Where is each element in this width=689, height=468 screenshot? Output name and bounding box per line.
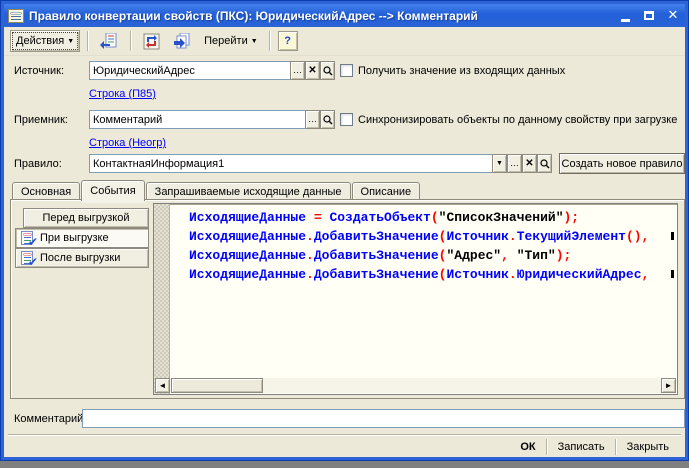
target-open-button[interactable] — [320, 110, 335, 129]
event-code-icon: ✔ — [21, 251, 36, 266]
chevron-down-icon: ▼ — [496, 160, 503, 167]
screen: Правило конвертации свойств (ПКС): Юриди… — [0, 0, 689, 468]
get-value-checkbox-label: Получить значение из входящих данных — [358, 65, 565, 77]
goto-pages-icon — [172, 33, 192, 50]
source-open-button[interactable] — [320, 61, 335, 80]
event-button-1[interactable]: ✔ При выгрузке — [15, 228, 149, 248]
title-bar: Правило конвертации свойств (ПКС): Юриди… — [4, 4, 685, 27]
source-choose-button[interactable]: … — [290, 61, 305, 80]
toolbar-separator — [269, 31, 271, 51]
create-rule-button[interactable]: Создать новое правило — [559, 153, 685, 174]
tab-0[interactable]: Основная — [12, 182, 80, 200]
tab-2[interactable]: Запрашиваемые исходящие данные — [146, 182, 351, 200]
footer-button-bar: ОКЗаписатьЗакрыть — [510, 438, 679, 456]
refresh-button[interactable] — [139, 30, 164, 52]
event-button-2[interactable]: ✔ После выгрузки — [15, 248, 149, 268]
magnifier-icon — [323, 115, 333, 125]
line-continuation-mark — [671, 232, 674, 240]
tab-strip: ОсновнаяСобытияЗапрашиваемые исходящие д… — [12, 179, 421, 199]
dialog-body: Действия ▼ — [4, 27, 685, 457]
get-value-checkbox[interactable] — [340, 64, 353, 77]
footer-button-закрыть[interactable]: Закрыть — [617, 441, 679, 453]
rule-open-button[interactable] — [537, 154, 552, 173]
event-button-0[interactable]: Перед выгрузкой — [23, 208, 149, 228]
rule-input[interactable] — [89, 154, 493, 173]
toolbar-separator — [130, 31, 132, 51]
scroll-left-button[interactable]: ◄ — [155, 378, 170, 393]
help-button[interactable]: ? — [278, 31, 298, 51]
event-code-icon: ✔ — [21, 231, 36, 246]
comment-label: Комментарий: — [14, 413, 86, 425]
rule-dropdown-button[interactable]: ▼ — [492, 154, 507, 173]
toolbar-separator — [87, 31, 89, 51]
target-choose-button[interactable]: … — [305, 110, 320, 129]
source-clear-button[interactable]: ✕ — [305, 61, 320, 80]
target-type-link[interactable]: Строка (Неогр) — [89, 137, 166, 149]
source-input[interactable] — [89, 61, 291, 80]
goto-menu-button[interactable]: Перейти ▼ — [200, 30, 262, 52]
minimize-button[interactable] — [617, 8, 633, 24]
rule-label: Правило: — [14, 158, 62, 170]
actions-menu-button[interactable]: Действия ▼ — [10, 30, 80, 52]
code-text: ИсходящиеДанные = СоздатьОбъект("СписокЗ… — [171, 208, 675, 376]
line-continuation-mark — [671, 270, 674, 278]
target-label: Приемник: — [14, 114, 68, 126]
window-title: Правило конвертации свойств (ПКС): Юриди… — [29, 9, 612, 23]
scrollbar-thumb[interactable] — [171, 378, 263, 393]
footer-button-записать[interactable]: Записать — [548, 441, 615, 453]
comment-input[interactable] — [82, 409, 685, 428]
source-label: Источник: — [14, 65, 64, 77]
chevron-down-icon: ▼ — [67, 38, 74, 45]
maximize-icon — [644, 11, 654, 20]
code-line-3: ИсходящиеДанные.ДобавитьЗначение(Источни… — [171, 265, 675, 284]
goto-menu-label: Перейти — [204, 35, 248, 47]
tab-page-events: Перед выгрузкой ✔ При выгрузке ✔ После выгру… — [10, 199, 685, 399]
event-button-label: После выгрузки — [40, 252, 120, 264]
event-button-label: Перед выгрузкой — [43, 212, 130, 224]
magnifier-icon — [540, 159, 550, 169]
code-editor[interactable]: ИсходящиеДанные = СоздатьОбъект("СписокЗ… — [153, 203, 678, 395]
code-line-2: ИсходящиеДанные.ДобавитьЗначение("Адрес"… — [171, 246, 675, 265]
editor-gutter — [154, 204, 170, 394]
goto-ref-button[interactable] — [168, 30, 196, 52]
actions-menu-label: Действия — [16, 35, 64, 47]
sync-objects-checkbox-label: Синхронизировать объекты по данному свой… — [358, 114, 677, 126]
rule-clear-button[interactable]: ✕ — [522, 154, 537, 173]
source-type-link[interactable]: Строка (П85) — [89, 88, 156, 100]
toolbar: Действия ▼ — [4, 27, 685, 56]
code-line-0: ИсходящиеДанные = СоздатьОбъект("СписокЗ… — [171, 208, 675, 227]
target-input[interactable] — [89, 110, 306, 129]
scroll-right-button[interactable]: ► — [661, 378, 676, 393]
magnifier-icon — [323, 66, 333, 76]
scrollbar-track[interactable] — [170, 378, 661, 393]
tab-1[interactable]: События — [81, 180, 144, 201]
dialog-window: Правило конвертации свойств (ПКС): Юриди… — [0, 0, 689, 461]
sync-objects-checkbox[interactable] — [340, 113, 353, 126]
close-button[interactable]: ✕ — [665, 8, 681, 24]
tab-3[interactable]: Описание — [352, 182, 421, 200]
refresh-icon — [143, 33, 160, 50]
footer-separator — [8, 434, 681, 436]
code-line-1: ИсходящиеДанные.ДобавитьЗначение(Источни… — [171, 227, 675, 246]
horizontal-scrollbar[interactable]: ◄ ► — [155, 378, 676, 393]
chevron-down-icon: ▼ — [251, 38, 258, 45]
window-document-icon — [8, 9, 24, 23]
footer-button-ок[interactable]: ОК — [510, 441, 545, 453]
reread-icon — [100, 33, 119, 50]
maximize-button[interactable] — [641, 8, 657, 24]
minimize-icon — [621, 19, 630, 22]
event-button-label: При выгрузке — [40, 232, 109, 244]
reread-button[interactable] — [96, 30, 123, 52]
rule-choose-button[interactable]: … — [507, 154, 522, 173]
